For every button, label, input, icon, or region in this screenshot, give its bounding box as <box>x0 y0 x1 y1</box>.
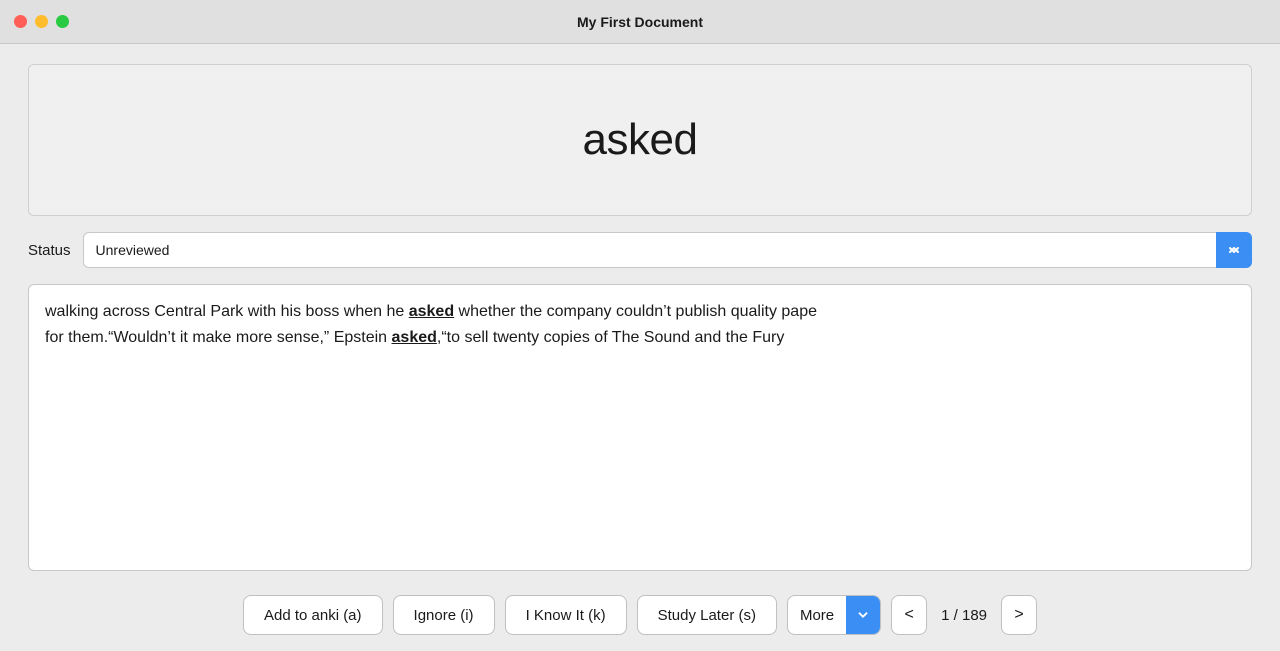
context-text-before1: walking across Central Park with his bos… <box>45 303 409 320</box>
maximize-button[interactable] <box>56 15 69 28</box>
context-text-after1: whether the company couldn’t publish qua… <box>454 303 817 320</box>
bottom-toolbar: Add to anki (a) Ignore (i) I Know It (k)… <box>0 587 1280 651</box>
window-title: My First Document <box>577 14 703 30</box>
context-text: walking across Central Park with his bos… <box>45 299 1235 350</box>
status-row: Status Unreviewed Reviewed Known Ignored <box>28 232 1252 268</box>
context-text-after2: ,“to sell twenty copies of The Sound and… <box>437 329 784 346</box>
minimize-button[interactable] <box>35 15 48 28</box>
nav-next-button[interactable]: > <box>1001 595 1037 635</box>
status-label: Status <box>28 242 71 259</box>
nav-prev-button[interactable]: < <box>891 595 927 635</box>
status-select-wrapper: Unreviewed Reviewed Known Ignored <box>83 232 1252 268</box>
context-highlight2: asked <box>392 329 437 346</box>
titlebar: My First Document <box>0 0 1280 44</box>
main-content: asked Status Unreviewed Reviewed Known I… <box>0 44 1280 587</box>
study-later-button[interactable]: Study Later (s) <box>637 595 777 635</box>
status-select[interactable]: Unreviewed Reviewed Known Ignored <box>83 232 1252 268</box>
context-highlight1: asked <box>409 303 454 320</box>
ignore-button[interactable]: Ignore (i) <box>393 595 495 635</box>
context-text-before2: for them.“Wouldn’t it make more sense,” … <box>45 329 392 346</box>
word-display: asked <box>583 115 698 165</box>
more-button-wrapper: More <box>787 595 881 635</box>
nav-wrapper: < 1 / 189 > <box>891 595 1037 635</box>
more-button-label[interactable]: More <box>788 596 846 634</box>
close-button[interactable] <box>14 15 27 28</box>
add-to-anki-button[interactable]: Add to anki (a) <box>243 595 383 635</box>
word-card: asked <box>28 64 1252 216</box>
more-dropdown-arrow[interactable] <box>846 596 880 634</box>
i-know-it-button[interactable]: I Know It (k) <box>505 595 627 635</box>
context-area: walking across Central Park with his bos… <box>28 284 1252 571</box>
window-controls <box>14 15 69 28</box>
page-counter: 1 / 189 <box>933 607 995 624</box>
